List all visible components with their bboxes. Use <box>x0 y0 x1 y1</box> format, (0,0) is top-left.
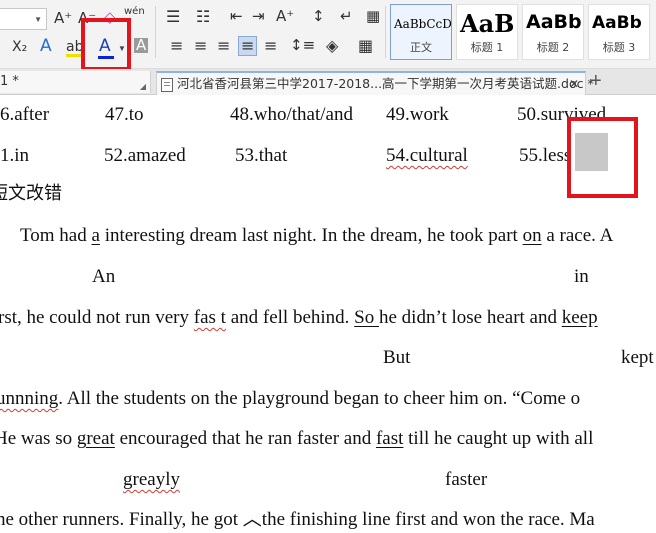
style-name: 正文 <box>410 41 432 54</box>
tab-document-1[interactable]: 1 * ◢ <box>0 71 151 93</box>
tab-document-2[interactable]: 河北省香河县第三中学2017-2018...高一下学期第一次月考英语试题.doc… <box>156 71 594 95</box>
answer-46: 6.after <box>0 104 50 125</box>
numbering-button[interactable]: ☷ <box>196 9 210 25</box>
document-page[interactable]: 6.after 47.to 48.who/that/and 49.work 50… <box>0 95 656 533</box>
ribbon-toolbar: ▼ A⁺ A⁻ ◇ wén ☰ ☷ ⇤ ⇥ A⁺ ↕ ↵ ▦ X₂ A ab A… <box>0 0 656 71</box>
correction-in: in <box>574 266 589 287</box>
passage-line-1: Tom had a interesting dream last night. … <box>20 225 614 246</box>
answer-52: 52.amazed <box>104 145 186 166</box>
answer-47: 47.to <box>105 104 144 125</box>
section-heading: 短文改错 <box>0 183 62 204</box>
align-center-button[interactable]: ≡ <box>194 38 207 54</box>
chevron-down-icon: ▼ <box>34 15 42 24</box>
phonetic-guide-button[interactable]: wén <box>124 7 145 17</box>
error-word-great: great <box>76 428 115 449</box>
char-shading-button[interactable]: A <box>134 38 149 53</box>
show-marks-button[interactable]: ↵ <box>340 9 353 24</box>
document-tab-bar: 1 * ◢ 河北省香河县第三中学2017-2018...高一下学期第一次月考英语… <box>0 69 656 95</box>
error-word-a: a <box>91 225 100 246</box>
style-sample: AaBbCcD <box>394 17 452 31</box>
correction-but: But <box>383 347 411 368</box>
close-icon[interactable]: ✕ <box>569 73 579 95</box>
annotation-box-font-color <box>81 18 131 71</box>
answer-53: 53.that <box>235 145 288 166</box>
line-spacing-button[interactable]: ↕≡ <box>290 38 315 53</box>
answer-48: 48.who/that/and <box>230 104 353 125</box>
toolbar-divider <box>155 6 156 58</box>
style-name: 标题 2 <box>536 41 570 54</box>
style-heading-1[interactable]: AaB 标题 1 <box>456 4 518 60</box>
answer-49: 49.work <box>386 104 449 125</box>
error-word-fast: fas t <box>193 307 226 328</box>
toolbar-divider <box>385 6 386 58</box>
font-size-combo[interactable]: ▼ <box>0 8 47 30</box>
shading-button[interactable]: ◈ <box>326 38 338 54</box>
text-effect-button[interactable]: A <box>40 38 52 55</box>
bullets-button[interactable]: ☰ <box>166 9 180 25</box>
correction-greatly: greayly <box>123 469 180 490</box>
answer-55: 55.less <box>519 145 572 166</box>
style-heading-3[interactable]: AaBb 标题 3 <box>588 4 650 60</box>
passage-line-4: He was so great encouraged that he ran f… <box>0 428 594 449</box>
tab-label: 河北省香河县第三中学2017-2018...高一下学期第一次月考英语试题.doc… <box>177 76 594 91</box>
decrease-indent-button[interactable]: ⇤ <box>230 9 243 24</box>
tab-label: 1 * <box>0 74 19 89</box>
table-icon[interactable]: ▦ <box>366 9 380 24</box>
error-word-on: on <box>522 225 542 246</box>
align-right-button[interactable]: ≡ <box>217 38 230 54</box>
font-size-box-button[interactable]: A⁺ <box>276 9 294 24</box>
passage-line-3: unnning. All the students on the playgro… <box>0 389 580 408</box>
styles-gallery: AaBbCcD 正文 AaB 标题 1 AaBb 标题 2 AaBb 标题 3 <box>390 4 656 62</box>
passage-line-2: rst, he could not run very fas t and fel… <box>0 307 598 328</box>
style-normal[interactable]: AaBbCcD 正文 <box>390 4 452 60</box>
style-sample: AaB <box>460 9 515 38</box>
increase-indent-button[interactable]: ⇥ <box>252 9 265 24</box>
error-word-so: So <box>354 307 379 328</box>
grow-font-button[interactable]: A⁺ <box>54 11 72 26</box>
resize-corner-icon: ◢ <box>139 82 146 91</box>
correction-an: An <box>92 266 116 287</box>
distributed-button[interactable]: ≡ <box>264 38 277 54</box>
error-word-keep: keep <box>561 307 598 328</box>
justify-button[interactable]: ≡ <box>238 36 258 56</box>
sort-button[interactable]: ↕ <box>312 9 325 24</box>
style-name: 标题 3 <box>602 41 636 54</box>
add-tab-button[interactable]: + <box>590 69 602 93</box>
error-word-running: unnning <box>0 388 59 409</box>
style-name: 标题 1 <box>470 41 504 54</box>
error-word-fast-2: fast <box>375 428 404 449</box>
document-icon <box>161 78 173 92</box>
style-heading-2[interactable]: AaBb 标题 2 <box>522 4 584 60</box>
correction-faster: faster <box>445 469 488 490</box>
correction-kept: kept <box>621 347 654 368</box>
passage-line-5: he other runners. Finally, he got ︿the f… <box>0 509 595 530</box>
answer-54: 54.cultural <box>386 145 468 166</box>
annotation-box-selection <box>567 117 638 198</box>
insertion-caret: ︿ <box>242 509 262 530</box>
style-sample: AaBb <box>526 11 582 33</box>
style-sample: AaBb <box>592 13 642 33</box>
subscript-button[interactable]: X₂ <box>12 40 27 54</box>
borders-button[interactable]: ▦ <box>358 38 373 54</box>
answer-51: 1.in <box>0 145 30 166</box>
align-left-button[interactable]: ≡ <box>170 38 183 54</box>
